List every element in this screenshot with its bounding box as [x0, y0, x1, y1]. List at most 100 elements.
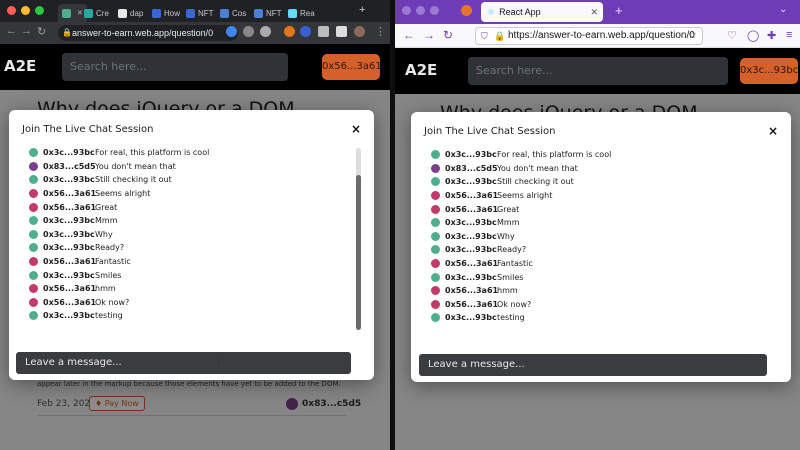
message-author: 0x83...c5d5	[445, 163, 498, 173]
account-icon[interactable]: ◯	[747, 29, 759, 42]
firefox-view-icon[interactable]	[461, 5, 472, 16]
google-icon[interactable]	[226, 26, 237, 37]
tab-label: Rea	[300, 8, 315, 18]
sidebar-icon[interactable]	[336, 26, 347, 37]
browser-tab[interactable]: How	[148, 4, 184, 22]
menu-icon[interactable]: ≡	[786, 29, 792, 41]
back-icon[interactable]: ←	[403, 28, 415, 42]
app-header: A2E Search here... 0x56...3a61	[0, 44, 390, 90]
lock-icon: 🔒	[494, 31, 506, 41]
avatar	[29, 297, 38, 307]
forward-icon[interactable]: →	[21, 25, 32, 37]
avatar	[431, 286, 440, 296]
list-tabs-icon[interactable]: ⌄	[779, 4, 787, 15]
new-tab-button[interactable]: +	[359, 4, 365, 16]
close-icon[interactable]: ×	[768, 124, 778, 138]
chat-message-input[interactable]: Leave a message...	[419, 354, 767, 376]
tab-title: React App	[499, 7, 541, 17]
extensions-icon[interactable]: ✚	[767, 29, 776, 42]
browser-tab[interactable]: NFT	[182, 4, 218, 22]
app-header: A2E Search here... 0x3c...93bc	[395, 48, 800, 94]
message-text: Seems alright	[95, 189, 151, 199]
chat-message-list: 0x3c...93bc For real, this platform is co…	[29, 146, 209, 323]
tab-favicon-icon	[254, 8, 263, 18]
browser-tab[interactable]: Rea	[284, 4, 319, 22]
firefox-tab-strip: ⚛ React App ✕ + ⌄	[395, 0, 800, 24]
minimize-window-button[interactable]	[416, 6, 425, 15]
avatar	[431, 218, 440, 228]
message-text: You don't mean that	[497, 163, 578, 173]
browser-tab[interactable]: dap	[114, 4, 147, 22]
close-window-button[interactable]	[7, 6, 16, 15]
zoom-window-button[interactable]	[430, 6, 439, 15]
chat-message: 0x3c...93bc For real, this platform is co…	[431, 148, 611, 162]
close-window-button[interactable]	[402, 6, 411, 15]
avatar	[29, 202, 38, 212]
chat-message-input[interactable]: Leave a message...	[16, 352, 351, 374]
message-text: You don't mean that	[95, 161, 176, 171]
new-tab-button[interactable]: +	[615, 3, 623, 18]
chat-message: 0x3c...93bc Smiles	[29, 268, 209, 282]
message-author: 0x3c...93bc	[43, 148, 95, 158]
account-button[interactable]: 0x56...3a61	[322, 54, 382, 80]
close-tab-icon[interactable]: ✕	[590, 7, 598, 18]
account-button[interactable]: 0x3c...93bc	[740, 58, 798, 84]
avatar	[29, 175, 38, 185]
message-author: 0x56...3a61	[445, 286, 499, 296]
chrome-toolbar: ← → ↻ 🔒 answer-to-earn.web.app/question/…	[0, 22, 390, 44]
chat-message: 0x56...3a61 Great	[29, 200, 209, 214]
react-icon: ⚛	[487, 6, 496, 17]
browser-tab[interactable]: Cre	[80, 4, 113, 22]
chat-message: 0x83...c5d5 You don't mean that	[29, 160, 209, 174]
chat-message: 0x3c...93bc Why	[431, 230, 611, 244]
bookmark-star-icon[interactable]: ☆	[688, 28, 697, 44]
message-author: 0x56...3a61	[43, 257, 97, 267]
message-text: hmm	[497, 286, 518, 296]
avatar	[29, 189, 38, 199]
browser-tab[interactable]: Cos	[216, 4, 250, 22]
back-icon[interactable]: ←	[6, 25, 17, 37]
tab-favicon-icon	[118, 8, 127, 18]
message-author: 0x3c...93bc	[445, 313, 497, 323]
shield-icon: ⛉	[481, 31, 488, 41]
menu-icon[interactable]: ⋮	[375, 25, 386, 38]
chat-message: 0x56...3a61 Ok now?	[29, 296, 209, 310]
chat-message: 0x3c...93bc testing	[431, 311, 611, 325]
message-author: 0x56...3a61	[43, 297, 97, 307]
share-icon[interactable]	[243, 26, 254, 37]
chat-message: 0x3c...93bc Why	[29, 228, 209, 242]
pocket-icon[interactable]: ♡	[727, 29, 737, 42]
extension-icon[interactable]	[300, 26, 311, 37]
minimize-window-button[interactable]	[21, 6, 30, 15]
address-bar-url: https://answer-to-earn.web.app/question/…	[508, 30, 695, 41]
logo[interactable]: A2E	[4, 57, 36, 75]
bookmark-star-icon[interactable]	[260, 26, 271, 37]
message-author: 0x83...c5d5	[43, 161, 96, 171]
puzzle-icon[interactable]	[318, 26, 329, 37]
chat-scrollbar[interactable]	[356, 148, 361, 330]
tab-label: NFT	[198, 8, 214, 18]
scrollbar-thumb[interactable]	[356, 175, 361, 330]
chrome-window: ✕ Cre dap How NFT Cos NFT Rea + ← → ↻ 🔒 answer-…	[0, 0, 390, 450]
search-input[interactable]: Search here...	[468, 57, 728, 85]
message-author: 0x56...3a61	[43, 189, 97, 199]
browser-tab[interactable]: NFT	[250, 4, 286, 22]
avatar	[29, 148, 38, 158]
address-bar[interactable]: 🔒 answer-to-earn.web.app/question/0	[58, 25, 238, 41]
logo[interactable]: A2E	[405, 61, 437, 79]
forward-icon[interactable]: →	[423, 28, 435, 42]
chat-message: 0x3c...93bc For real, this platform is co…	[29, 146, 209, 160]
metamask-icon[interactable]	[284, 26, 295, 37]
message-text: Ready?	[497, 245, 527, 255]
message-author: 0x3c...93bc	[43, 311, 95, 321]
close-icon[interactable]: ×	[351, 122, 361, 136]
address-bar[interactable]: ⛉ 🔒 https://answer-to-earn.web.app/quest…	[475, 27, 703, 45]
tab-react-app[interactable]: ⚛ React App ✕	[481, 2, 603, 22]
reload-icon[interactable]: ↻	[443, 28, 453, 42]
window-controls	[7, 6, 44, 15]
search-input[interactable]: Search here...	[62, 53, 288, 81]
avatar[interactable]	[354, 26, 365, 37]
zoom-window-button[interactable]	[35, 6, 44, 15]
reload-icon[interactable]: ↻	[37, 25, 46, 38]
avatar	[431, 177, 440, 187]
